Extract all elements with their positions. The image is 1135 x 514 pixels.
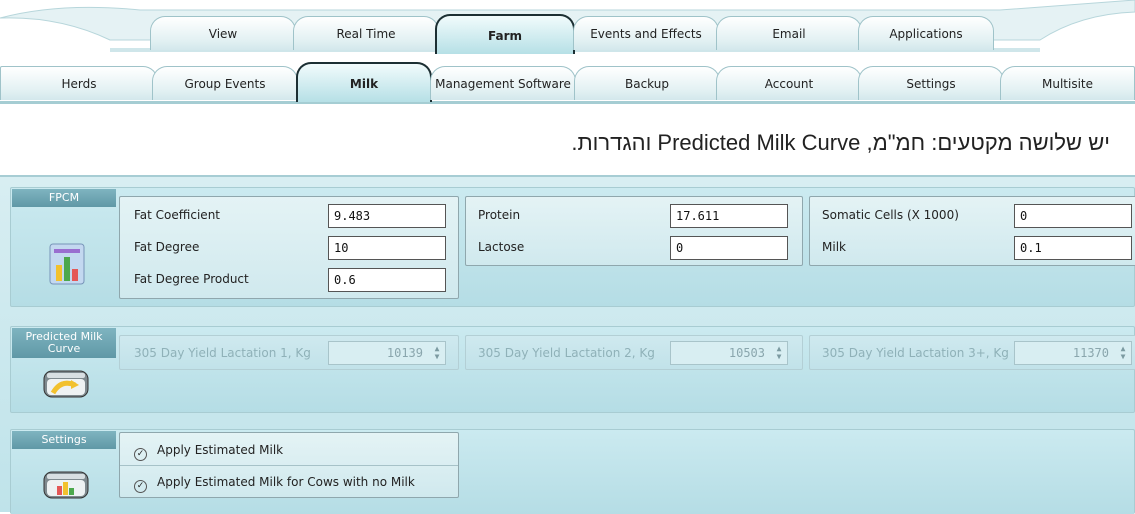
protein-input[interactable]: 17.611 <box>670 204 788 228</box>
tab-account[interactable]: Account <box>716 66 862 100</box>
tab-herds[interactable]: Herds <box>0 66 158 100</box>
milk-label: Milk <box>822 240 846 254</box>
lactation-1-value: 10139 <box>386 346 423 360</box>
fat-degree-product-input[interactable]: 0.6 <box>328 268 446 292</box>
tab-backup[interactable]: Backup <box>574 66 720 100</box>
top-tab-bar: View Real Time Farm Events and Effects E… <box>0 14 1135 54</box>
tab-events-and-effects[interactable]: Events and Effects <box>573 16 719 50</box>
apply-estimated-milk-option[interactable]: ✓ Apply Estimated Milk <box>134 443 283 461</box>
tab-settings[interactable]: Settings <box>858 66 1004 100</box>
milk-tank-curve-icon <box>43 370 89 398</box>
fpcm-section: FPCM Fat Coefficient 9.483 Fat Degree 10… <box>10 187 1135 307</box>
fat-coefficient-label: Fat Coefficient <box>134 208 221 222</box>
lactation-3-group: 305 Day Yield Lactation 3+, Kg 11370 ▲ ▼ <box>809 335 1135 370</box>
fat-degree-product-label: Fat Degree Product <box>134 272 249 286</box>
tab-real-time[interactable]: Real Time <box>293 16 439 50</box>
lactation-2-group: 305 Day Yield Lactation 2, Kg 10503 ▲ ▼ <box>465 335 803 370</box>
protein-label: Protein <box>478 208 521 222</box>
tab-view[interactable]: View <box>150 16 296 50</box>
tab-multisite[interactable]: Multisite <box>1000 66 1135 100</box>
tab-farm[interactable]: Farm <box>435 14 575 54</box>
tab-email[interactable]: Email <box>716 16 862 50</box>
lactation-3-value: 11370 <box>1072 346 1109 360</box>
somatic-cells-input[interactable]: 0 <box>1014 204 1132 228</box>
caption-text: יש שלושה מקטעים: חמ"מ, Predicted Milk Cu… <box>571 130 1110 155</box>
lactation-1-label: 305 Day Yield Lactation 1, Kg <box>134 346 311 360</box>
check-icon: ✓ <box>134 448 147 461</box>
bar-chart-icon <box>49 243 85 285</box>
lactose-label: Lactose <box>478 240 525 254</box>
sub-tab-bar: Herds Group Events Milk Management Softw… <box>0 62 1135 104</box>
spin-arrows-icon[interactable]: ▲ ▼ <box>431 345 443 361</box>
milk-settings-panel: FPCM Fat Coefficient 9.483 Fat Degree 10… <box>0 175 1135 514</box>
lactation-2-value: 10503 <box>728 346 765 360</box>
lactation-3-stepper[interactable]: 11370 ▲ ▼ <box>1014 341 1132 365</box>
fpcm-somatic-group: Somatic Cells (X 1000) 0 Milk 0.1 <box>809 196 1135 266</box>
fpcm-protein-group: Protein 17.611 Lactose 0 <box>465 196 803 266</box>
lactose-input[interactable]: 0 <box>670 236 788 260</box>
spin-arrows-icon[interactable]: ▲ ▼ <box>1117 345 1129 361</box>
fpcm-fat-group: Fat Coefficient 9.483 Fat Degree 10 Fat … <box>119 196 459 299</box>
fat-degree-input[interactable]: 10 <box>328 236 446 260</box>
settings-options-group: ✓ Apply Estimated Milk ✓ Apply Estimated M… <box>119 432 459 498</box>
tab-applications[interactable]: Applications <box>858 16 994 50</box>
apply-estimated-milk-no-milk-option[interactable]: ✓ Apply Estimated Milk for Cows with no M… <box>134 475 415 493</box>
lactation-3-label: 305 Day Yield Lactation 3+, Kg <box>822 346 1009 360</box>
lactation-2-stepper[interactable]: 10503 ▲ ▼ <box>670 341 788 365</box>
tab-milk[interactable]: Milk <box>296 62 432 102</box>
predicted-milk-curve-section: Predicted Milk Curve 305 Day Yield Lacta… <box>10 326 1135 413</box>
apply-estimated-milk-label: Apply Estimated Milk <box>157 443 284 457</box>
spin-arrows-icon[interactable]: ▲ ▼ <box>773 345 785 361</box>
tab-group-events[interactable]: Group Events <box>152 66 298 100</box>
settings-title: Settings <box>12 431 116 449</box>
check-icon: ✓ <box>134 480 147 493</box>
settings-section: Settings ✓ Apply Estimated Milk ✓ Apply Es… <box>10 429 1135 514</box>
fpcm-title: FPCM <box>12 189 116 207</box>
lactation-1-group: 305 Day Yield Lactation 1, Kg 10139 ▲ ▼ <box>119 335 459 370</box>
somatic-cells-label: Somatic Cells (X 1000) <box>822 208 959 222</box>
fat-degree-label: Fat Degree <box>134 240 200 254</box>
milk-tank-chart-icon <box>43 471 89 499</box>
predicted-milk-curve-title: Predicted Milk Curve <box>12 328 116 358</box>
lactation-2-label: 305 Day Yield Lactation 2, Kg <box>478 346 655 360</box>
apply-estimated-milk-no-milk-label: Apply Estimated Milk for Cows with no Mi… <box>157 475 415 489</box>
fat-coefficient-input[interactable]: 9.483 <box>328 204 446 228</box>
milk-input[interactable]: 0.1 <box>1014 236 1132 260</box>
lactation-1-stepper[interactable]: 10139 ▲ ▼ <box>328 341 446 365</box>
tab-management-software[interactable]: Management Software <box>430 66 576 100</box>
